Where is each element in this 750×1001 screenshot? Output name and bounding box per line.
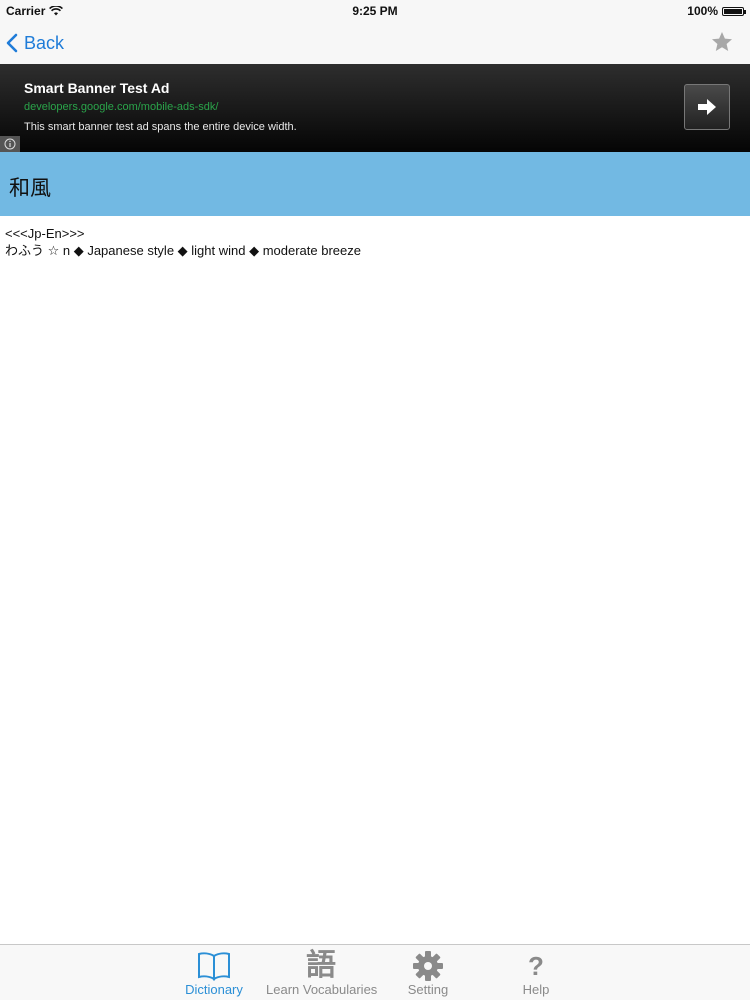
battery-percent: 100% (687, 4, 718, 18)
ad-description: This smart banner test ad spans the enti… (24, 121, 297, 133)
battery-icon (722, 6, 746, 16)
tab-dictionary[interactable]: Dictionary (159, 945, 269, 1001)
battery-indicator: 100% (687, 4, 746, 18)
definition-text: わふう ☆ n ◆ Japanese style ◆ light wind ◆ … (5, 243, 361, 258)
word-header: 和風 (0, 152, 750, 216)
tab-help[interactable]: ? Help (481, 945, 591, 1001)
carrier-indicator: Carrier (6, 4, 64, 18)
ad-open-button[interactable] (684, 84, 730, 130)
carrier-label: Carrier (6, 4, 46, 18)
tab-learn-vocabularies-label: Learn Vocabularies (266, 982, 378, 997)
tab-help-label: Help (522, 982, 550, 997)
tab-bar: Dictionary 語 Learn Vocabularies Setting … (0, 944, 750, 1000)
tab-dictionary-label: Dictionary (185, 982, 243, 997)
back-label: Back (24, 32, 65, 53)
info-icon (4, 138, 16, 150)
wifi-icon (49, 6, 64, 16)
dictionary-section-label: <<<Jp-En>>> (5, 226, 85, 241)
ad-banner[interactable]: Smart Banner Test Ad developers.google.c… (0, 64, 750, 152)
status-bar: Carrier 9:25 PM 100% (0, 0, 750, 22)
chevron-left-icon (6, 33, 18, 53)
tab-learn-vocabularies[interactable]: 語 Learn Vocabularies (266, 945, 378, 1001)
tab-setting[interactable]: Setting (373, 945, 483, 1001)
book-icon (198, 952, 230, 981)
navigation-bar: Back (0, 22, 750, 64)
question-icon: ? (528, 951, 544, 981)
favorite-star-button[interactable] (710, 30, 734, 54)
gear-icon (413, 951, 443, 981)
tab-setting-label: Setting (407, 982, 449, 997)
kanji-go-icon: 語 (306, 949, 336, 982)
star-icon (712, 32, 732, 51)
back-button[interactable]: Back (6, 29, 64, 57)
definition-content: <<<Jp-En>>> わふう ☆ n ◆ Japanese style ◆ l… (5, 225, 361, 259)
word-title: 和風 (9, 177, 51, 200)
ad-url[interactable]: developers.google.com/mobile-ads-sdk/ (24, 101, 218, 113)
ad-info-button[interactable] (0, 136, 20, 152)
arrow-right-icon (698, 99, 716, 115)
status-time: 9:25 PM (352, 4, 398, 18)
ad-title: Smart Banner Test Ad (24, 80, 170, 96)
